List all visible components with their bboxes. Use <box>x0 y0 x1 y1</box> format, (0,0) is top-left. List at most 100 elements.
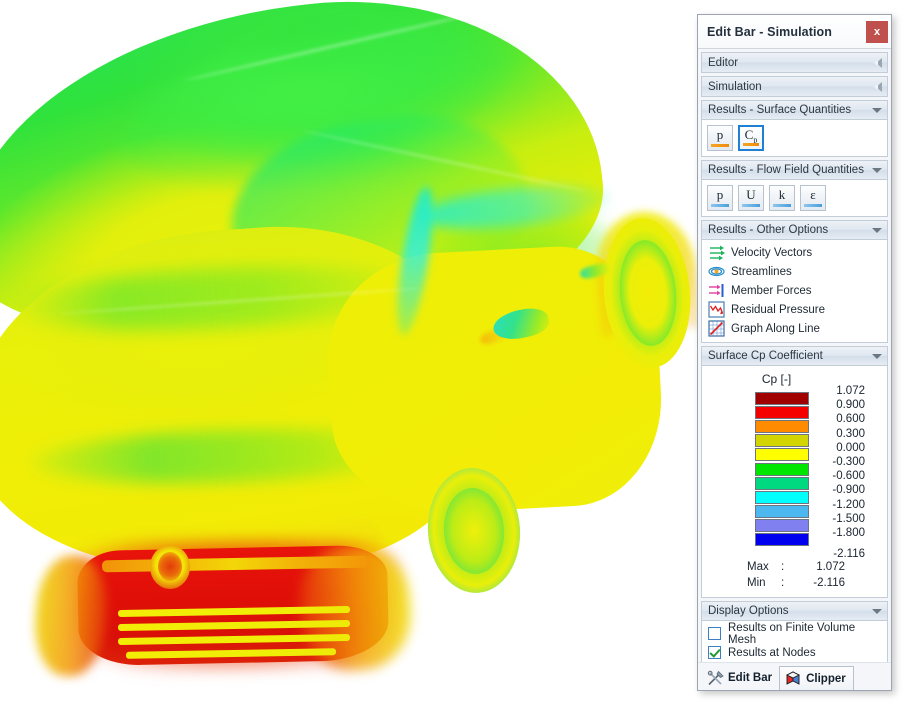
option-member-forces[interactable]: Member Forces <box>706 281 882 300</box>
option-label: Graph Along Line <box>731 322 820 335</box>
button-flow-pressure[interactable]: p <box>707 185 733 211</box>
button-flow-velocity[interactable]: U <box>738 185 764 211</box>
checkbox-icon[interactable] <box>708 627 721 641</box>
group-header-editor[interactable]: Editor <box>702 53 887 72</box>
chevron-down-icon[interactable] <box>872 107 882 113</box>
legend-row: -1.800 <box>755 527 882 547</box>
surface-quantity-buttons: p Cp <box>707 125 882 151</box>
legend-color-swatch <box>755 405 809 419</box>
flow-field-buttons: p U k ε <box>707 185 882 211</box>
option-label: Member Forces <box>731 284 812 297</box>
other-options-content: Velocity Vectors Streamlines Member Forc… <box>702 240 887 342</box>
colorbar-legend: Cp [-] 1.072 0.900 0.600 0.300 0.000 -0.300 -0… <box>702 366 887 598</box>
flow-field-content: p U k ε <box>702 180 887 216</box>
button-surface-cp[interactable]: Cp <box>738 125 764 151</box>
group-simulation: Simulation <box>701 76 888 97</box>
chevron-left-icon[interactable] <box>874 81 882 92</box>
glyph-p: p <box>716 127 724 142</box>
option-graph-along-line[interactable]: Graph Along Line <box>706 319 882 338</box>
tools-icon <box>707 670 724 685</box>
car-cfd-render <box>0 0 700 707</box>
legend-swatch-rows: 1.072 0.900 0.600 0.300 0.000 -0.300 -0.600 -0.… <box>707 385 882 560</box>
checkbox-results-at-nodes[interactable]: Results at Nodes <box>706 643 882 662</box>
legend-color-swatch <box>755 476 809 490</box>
cube-clipper-icon <box>786 671 801 685</box>
button-flow-k[interactable]: k <box>769 185 795 211</box>
group-flow-field-quantities: Results - Flow Field Quantities p U k ε <box>701 160 888 217</box>
legend-min-max: Max : 1.072 Min : -2.116 <box>707 559 882 591</box>
group-title-surface-cp: Surface Cp Coefficient <box>708 350 823 362</box>
legend-min-row: Min : -2.116 <box>747 575 882 591</box>
group-title-editor: Editor <box>708 56 739 69</box>
group-editor: Editor <box>701 52 888 73</box>
display-options-content: Results on Finite Volume Mesh Results at… <box>702 621 887 662</box>
chevron-down-icon[interactable] <box>872 608 882 614</box>
member-forces-icon <box>709 284 724 297</box>
option-velocity-vectors[interactable]: Velocity Vectors <box>706 243 882 262</box>
tab-clipper[interactable]: Clipper <box>779 666 854 690</box>
max-label: Max <box>747 561 769 574</box>
button-surface-pressure[interactable]: p <box>707 125 733 151</box>
simulation-viewport[interactable] <box>0 0 700 707</box>
chevron-down-icon[interactable] <box>872 353 882 359</box>
underline-indicator <box>773 204 791 207</box>
checkbox-results-on-finite-volume-mesh[interactable]: Results on Finite Volume Mesh <box>706 622 882 646</box>
option-streamlines[interactable]: Streamlines <box>706 262 882 281</box>
group-title-other-options: Results - Other Options <box>708 224 829 236</box>
group-title-display-options: Display Options <box>708 605 789 618</box>
legend-color-swatch <box>755 505 809 519</box>
panel-titlebar: Edit Bar - Simulation x <box>698 15 891 49</box>
tab-edit-bar[interactable]: Edit Bar <box>702 666 779 690</box>
group-display-options: Display Options Results on Finite Volume… <box>701 601 888 662</box>
graph-along-line-icon <box>708 320 725 337</box>
legend-max-row: Max : 1.072 <box>747 559 882 575</box>
min-label: Min <box>747 577 766 590</box>
group-surface-quantities: Results - Surface Quantities p Cp <box>701 100 888 157</box>
group-title-flow-field-quantities: Results - Flow Field Quantities <box>708 164 864 176</box>
legend-color-swatch <box>755 462 809 476</box>
group-header-surface-cp[interactable]: Surface Cp Coefficient <box>702 347 887 366</box>
glyph-p: p <box>716 187 724 202</box>
chevron-down-icon[interactable] <box>872 227 882 233</box>
chevron-down-icon[interactable] <box>872 167 882 173</box>
option-residual-pressure[interactable]: Residual Pressure <box>706 300 882 319</box>
glyph-epsilon: ε <box>810 187 816 202</box>
legend-tick-value: -0.900 <box>832 484 865 497</box>
legend-color-swatch <box>755 519 809 533</box>
group-header-simulation[interactable]: Simulation <box>702 77 887 96</box>
tab-label: Clipper <box>806 672 846 685</box>
group-header-surface-quantities[interactable]: Results - Surface Quantities <box>702 101 887 120</box>
edit-bar-panel: Edit Bar - Simulation x Editor Simulatio… <box>697 14 892 691</box>
checkbox-label: Results at Nodes <box>728 646 816 659</box>
underline-indicator <box>711 204 729 207</box>
button-flow-epsilon[interactable]: ε <box>800 185 826 211</box>
legend-tick-value: 0.900 <box>836 399 865 412</box>
legend-tick-value: -1.500 <box>832 512 865 525</box>
panel-body: Editor Simulation Results - Surface Quan… <box>698 49 891 662</box>
group-title-simulation: Simulation <box>708 80 762 93</box>
legend-color-swatch <box>755 490 809 504</box>
legend-tick-value: -0.600 <box>832 470 865 483</box>
group-header-flow-field-quantities[interactable]: Results - Flow Field Quantities <box>702 161 887 180</box>
velocity-vectors-icon <box>710 245 725 261</box>
residual-pressure-icon <box>708 301 725 318</box>
tab-label: Edit Bar <box>728 672 773 684</box>
legend-tick-value: -1.800 <box>832 526 865 539</box>
vw-emblem-inner <box>158 552 182 581</box>
checkbox-icon-checked[interactable] <box>708 646 721 660</box>
close-icon[interactable]: x <box>866 20 888 43</box>
legend-color-swatch <box>755 419 809 433</box>
option-label: Velocity Vectors <box>731 246 813 259</box>
legend-tick-value: 0.300 <box>836 427 865 440</box>
glyph-u: U <box>746 187 756 202</box>
group-header-display-options[interactable]: Display Options <box>702 602 887 622</box>
legend-tick-value: -2.116 <box>833 548 865 561</box>
chevron-left-icon[interactable] <box>874 57 882 68</box>
group-header-other-options[interactable]: Results - Other Options <box>702 221 887 240</box>
option-label: Residual Pressure <box>731 303 825 316</box>
group-surface-cp-coefficient: Surface Cp Coefficient Cp [-] 1.072 0.900… <box>701 346 888 599</box>
legend-tick-value: -0.300 <box>832 455 865 468</box>
glyph-k: k <box>778 187 786 202</box>
panel-tabbar: Edit Bar Clipper <box>698 662 891 690</box>
legend-color-swatch <box>755 533 809 547</box>
